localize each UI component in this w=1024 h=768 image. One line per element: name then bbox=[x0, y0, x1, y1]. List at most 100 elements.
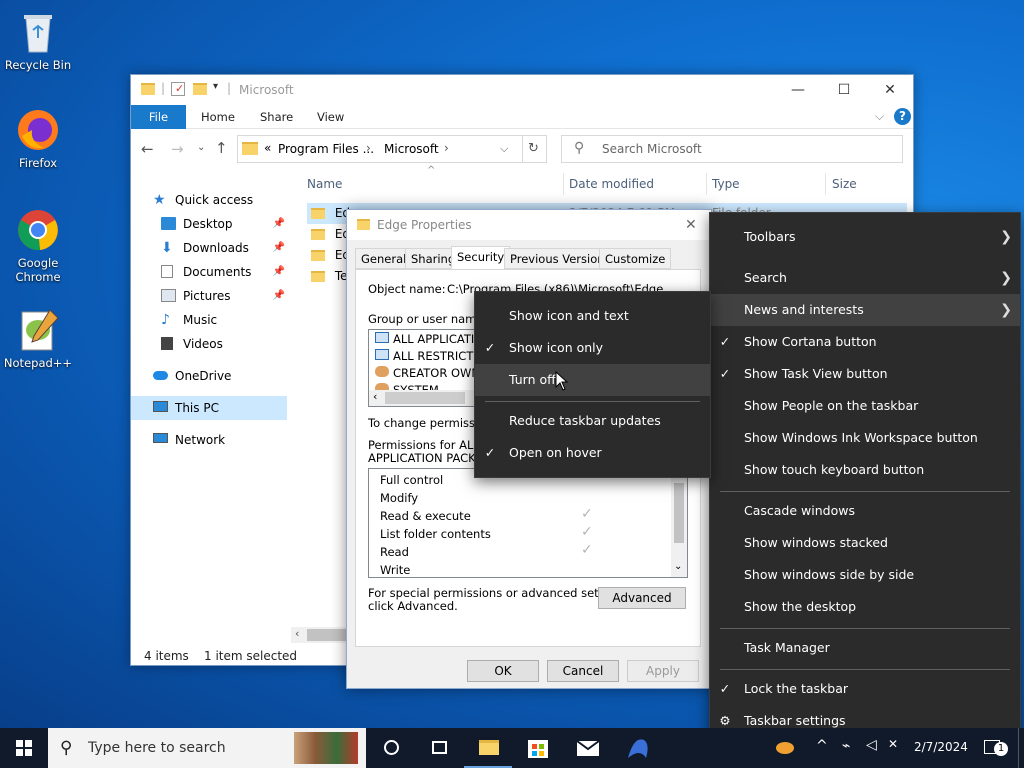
pin-icon[interactable]: 📌 bbox=[273, 261, 285, 283]
nav-network[interactable]: Network bbox=[153, 429, 289, 451]
menu-item-show-windows-stacked[interactable]: Show windows stacked bbox=[710, 527, 1020, 559]
properties-qat-icon[interactable]: ✓ bbox=[171, 82, 185, 96]
show-desktop-button[interactable] bbox=[1018, 728, 1024, 768]
up-arrow-icon[interactable]: ↑ bbox=[215, 139, 228, 157]
new-folder-qat-icon[interactable] bbox=[193, 83, 207, 95]
task-view-button[interactable] bbox=[416, 728, 464, 768]
qat-dropdown-icon[interactable]: ▾ bbox=[213, 81, 218, 92]
minimize-button[interactable]: — bbox=[775, 75, 821, 105]
taskbar[interactable]: ⚲ Type here to search ^ ⌁ ◁ ✕ 2/7/2024 1 bbox=[0, 728, 1024, 768]
taskbar-date[interactable]: 2/7/2024 bbox=[914, 740, 968, 754]
permissions-scrollbar[interactable]: ⌄ bbox=[671, 469, 687, 577]
refresh-icon[interactable]: ↻ bbox=[528, 141, 539, 156]
taskbar-search-box[interactable]: ⚲ Type here to search bbox=[48, 728, 366, 768]
nav-onedrive[interactable]: OneDrive bbox=[153, 365, 289, 387]
column-date-modified[interactable]: Date modified bbox=[569, 173, 654, 195]
nav-music[interactable]: ♪ Music bbox=[161, 309, 289, 331]
scrollbar-thumb[interactable] bbox=[674, 483, 684, 543]
ribbon-expand-icon[interactable]: ⌵ bbox=[875, 109, 884, 124]
action-center-button[interactable]: 1 bbox=[982, 734, 1010, 762]
file-explorer-taskbar-button[interactable] bbox=[464, 728, 512, 768]
forward-arrow-icon[interactable]: → bbox=[171, 140, 184, 158]
tab-file[interactable]: File bbox=[131, 105, 186, 129]
recent-locations-icon[interactable]: ⌄ bbox=[197, 142, 205, 153]
scroll-down-icon[interactable]: ⌄ bbox=[674, 561, 682, 572]
scroll-left-icon[interactable]: ‹ bbox=[373, 390, 377, 403]
breadcrumb-overflow[interactable]: « bbox=[264, 141, 271, 155]
tab-view[interactable]: View bbox=[305, 105, 356, 129]
nav-videos[interactable]: Videos bbox=[161, 333, 289, 355]
edge-button[interactable] bbox=[614, 728, 662, 768]
mail-button[interactable] bbox=[564, 728, 612, 768]
volume-muted-icon[interactable]: ✕ bbox=[888, 737, 902, 751]
help-icon[interactable]: ? bbox=[894, 108, 911, 125]
menu-item-show-ink-workspace[interactable]: Show Windows Ink Workspace button bbox=[710, 422, 1020, 454]
menu-item-task-manager[interactable]: Task Manager bbox=[710, 632, 1020, 664]
volume-icon[interactable]: ◁ bbox=[866, 737, 877, 753]
news-and-interests-button[interactable] bbox=[774, 736, 798, 760]
store-button[interactable] bbox=[514, 728, 562, 768]
tab-general[interactable]: General bbox=[355, 248, 413, 269]
start-button[interactable] bbox=[0, 728, 48, 768]
breadcrumb-program-files[interactable]: Program Files ... bbox=[278, 142, 374, 156]
menu-item-show-touch-keyboard[interactable]: Show touch keyboard button bbox=[710, 454, 1020, 486]
desktop-icon-firefox[interactable]: Firefox bbox=[0, 106, 76, 170]
taskbar-context-menu[interactable]: Toolbars ❯ Search ❯ News and interests ❯ ✓ S… bbox=[709, 212, 1021, 746]
address-bar[interactable]: « Program Files ... › Microsoft › ⌵ ↻ bbox=[237, 135, 547, 163]
dialog-close-icon[interactable]: ✕ bbox=[685, 210, 697, 240]
menu-item-show-people[interactable]: Show People on the taskbar bbox=[710, 390, 1020, 422]
desktop-icon-chrome[interactable]: Google Chrome bbox=[0, 206, 76, 284]
tab-security[interactable]: Security bbox=[451, 246, 511, 269]
column-divider[interactable] bbox=[825, 173, 826, 195]
menu-item-show-icon-and-text[interactable]: Show icon and text bbox=[475, 300, 710, 332]
explorer-title-bar[interactable]: | ✓ ▾ | Microsoft — ☐ ✕ bbox=[131, 75, 913, 105]
permissions-list[interactable]: Full control Modify Read & execute ✓ Lis… bbox=[368, 468, 688, 578]
show-hidden-icons-chevron[interactable]: ^ bbox=[816, 738, 828, 754]
news-interests-submenu[interactable]: Show icon and text ✓ Show icon only Turn … bbox=[474, 291, 711, 478]
scrollbar-thumb[interactable] bbox=[385, 392, 465, 404]
nav-quick-access[interactable]: ★ Quick access bbox=[153, 189, 289, 211]
ok-button[interactable]: OK bbox=[467, 660, 539, 682]
pin-icon[interactable]: 📌 bbox=[273, 285, 285, 307]
menu-item-news-and-interests[interactable]: News and interests ❯ bbox=[710, 294, 1020, 326]
search-box[interactable]: ⚲ Search Microsoft bbox=[561, 135, 903, 163]
cortana-button[interactable] bbox=[368, 728, 416, 768]
nav-this-pc[interactable]: This PC bbox=[153, 397, 289, 419]
column-divider[interactable] bbox=[706, 173, 707, 195]
menu-item-show-icon-only[interactable]: ✓ Show icon only bbox=[475, 332, 710, 364]
menu-item-turn-off[interactable]: Turn off bbox=[475, 364, 710, 396]
tab-home[interactable]: Home bbox=[189, 105, 247, 129]
pin-icon[interactable]: 📌 bbox=[273, 237, 285, 259]
desktop-icon-notepad-plus-plus[interactable]: Notepad++ bbox=[0, 306, 76, 370]
menu-item-show-side-by-side[interactable]: Show windows side by side bbox=[710, 559, 1020, 591]
address-dropdown-icon[interactable]: ⌵ bbox=[500, 142, 508, 156]
scrollbar-thumb[interactable] bbox=[307, 629, 347, 641]
nav-downloads[interactable]: ⬇ Downloads 📌 bbox=[161, 237, 289, 259]
horizontal-scrollbar[interactable]: ‹ bbox=[291, 627, 351, 643]
menu-item-show-desktop[interactable]: Show the desktop bbox=[710, 591, 1020, 623]
advanced-button[interactable]: Advanced bbox=[598, 587, 686, 609]
nav-documents[interactable]: Documents 📌 bbox=[161, 261, 289, 283]
breadcrumb-chevron-icon[interactable]: › bbox=[444, 141, 449, 155]
column-type[interactable]: Type bbox=[712, 173, 740, 195]
nav-pictures[interactable]: Pictures 📌 bbox=[161, 285, 289, 307]
menu-item-show-cortana[interactable]: ✓ Show Cortana button bbox=[710, 326, 1020, 358]
column-size[interactable]: Size bbox=[832, 173, 857, 195]
maximize-button[interactable]: ☐ bbox=[821, 75, 867, 105]
desktop-icon-recycle-bin[interactable]: Recycle Bin bbox=[0, 8, 76, 72]
cancel-button[interactable]: Cancel bbox=[547, 660, 619, 682]
back-arrow-icon[interactable]: ← bbox=[141, 140, 154, 158]
scroll-left-icon[interactable]: ‹ bbox=[295, 627, 299, 640]
menu-item-search[interactable]: Search ❯ bbox=[710, 262, 1020, 294]
pin-icon[interactable]: 📌 bbox=[273, 213, 285, 235]
column-divider[interactable] bbox=[563, 173, 564, 195]
menu-item-reduce-taskbar-updates[interactable]: Reduce taskbar updates bbox=[475, 405, 710, 437]
menu-item-lock-taskbar[interactable]: ✓ Lock the taskbar bbox=[710, 673, 1020, 705]
tab-share[interactable]: Share bbox=[248, 105, 305, 129]
column-name[interactable]: Name bbox=[307, 173, 342, 195]
menu-item-cascade-windows[interactable]: Cascade windows bbox=[710, 495, 1020, 527]
dialog-title-bar[interactable]: Edge Properties ✕ bbox=[347, 210, 711, 240]
breadcrumb-chevron-icon[interactable]: › bbox=[366, 141, 371, 155]
nav-desktop[interactable]: Desktop 📌 bbox=[161, 213, 289, 235]
apply-button[interactable]: Apply bbox=[627, 660, 699, 682]
